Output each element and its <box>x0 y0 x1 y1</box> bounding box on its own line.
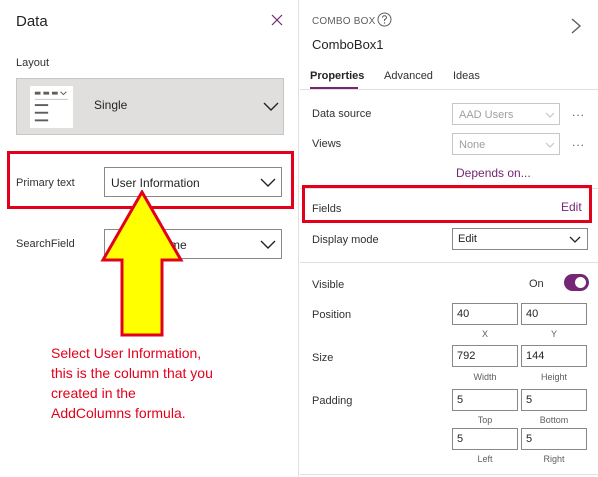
data-source-more-button[interactable]: ... <box>572 105 585 119</box>
list-layout-icon <box>29 85 74 129</box>
position-x-value: 40 <box>457 308 470 320</box>
display-mode-value: Edit <box>458 233 477 245</box>
padding-left-input[interactable]: 5 <box>452 428 518 450</box>
close-icon[interactable] <box>268 11 286 29</box>
annotation-text: Select User Information, this is the col… <box>51 343 281 423</box>
width-value: 792 <box>457 350 476 362</box>
visible-label: Visible <box>312 279 345 291</box>
visible-toggle[interactable] <box>564 274 589 291</box>
views-more-button[interactable]: ... <box>572 135 585 149</box>
layout-dropdown[interactable]: Single <box>16 78 284 135</box>
top-caption: Top <box>477 415 493 425</box>
display-mode-label: Display mode <box>312 234 379 246</box>
annotation-line: AddColumns formula. <box>51 405 186 421</box>
tab-ideas[interactable]: Ideas <box>453 70 480 82</box>
chevron-right-icon[interactable] <box>569 17 583 35</box>
control-name: ComboBox1 <box>312 37 384 52</box>
tab-bar: Properties Advanced Ideas <box>300 62 598 90</box>
height-caption: Height <box>540 372 567 382</box>
chevron-down-icon <box>545 112 555 118</box>
padding-right-input[interactable]: 5 <box>521 428 587 450</box>
data-source-label: Data source <box>312 108 372 120</box>
position-y-value: 40 <box>526 308 539 320</box>
width-caption: Width <box>473 372 497 382</box>
layout-label: Layout <box>16 57 50 69</box>
bottom-caption: Bottom <box>539 415 569 425</box>
fields-highlight-box <box>302 185 592 223</box>
panel-title: Data <box>16 13 48 30</box>
annotation-line: Select User Information, <box>51 345 202 361</box>
chevron-down-icon <box>545 142 555 148</box>
height-input[interactable]: 144 <box>521 345 587 367</box>
chevron-down-icon <box>263 102 279 111</box>
views-value: None <box>459 139 486 151</box>
height-value: 144 <box>526 350 545 362</box>
search-field-label: SearchField <box>16 238 75 250</box>
y-caption: Y <box>550 329 557 339</box>
properties-panel: COMBO BOX ComboBox1 Properties Advanced … <box>300 0 598 477</box>
x-caption: X <box>481 329 488 339</box>
width-input[interactable]: 792 <box>452 345 518 367</box>
padding-top-input[interactable]: 5 <box>452 389 518 411</box>
data-source-value: AAD Users <box>459 109 514 121</box>
padding-label: Padding <box>312 395 353 407</box>
divider <box>300 474 598 475</box>
position-x-input[interactable]: 40 <box>452 303 518 325</box>
display-mode-dropdown[interactable]: Edit <box>452 228 588 250</box>
annotation-line: created in the <box>51 385 136 401</box>
data-source-dropdown[interactable]: AAD Users <box>452 103 560 125</box>
chevron-down-icon <box>260 240 276 249</box>
tab-advanced[interactable]: Advanced <box>384 70 433 82</box>
left-caption: Left <box>477 454 493 464</box>
padding-bottom-input[interactable]: 5 <box>521 389 587 411</box>
position-label: Position <box>312 309 352 321</box>
depends-on-link[interactable]: Depends on... <box>456 166 531 180</box>
size-label: Size <box>312 352 334 364</box>
layout-value: Single <box>94 98 128 112</box>
divider <box>300 262 598 263</box>
padding-right-value: 5 <box>526 433 533 445</box>
views-label: Views <box>312 138 342 150</box>
padding-top-value: 5 <box>457 394 464 406</box>
tab-properties[interactable]: Properties <box>310 70 364 82</box>
chevron-down-icon <box>569 236 581 243</box>
right-caption: Right <box>543 454 565 464</box>
annotation-line: this is the column that you <box>51 365 213 381</box>
control-type-label: COMBO BOX <box>312 16 376 27</box>
active-tab-indicator <box>310 87 358 89</box>
help-icon[interactable] <box>377 12 392 27</box>
toggle-knob <box>575 277 586 288</box>
up-arrow-icon <box>100 190 184 337</box>
padding-left-value: 5 <box>457 433 464 445</box>
visible-state-label: On <box>529 278 544 290</box>
padding-bottom-value: 5 <box>526 394 533 406</box>
position-y-input[interactable]: 40 <box>521 303 587 325</box>
views-dropdown[interactable]: None <box>452 133 560 155</box>
